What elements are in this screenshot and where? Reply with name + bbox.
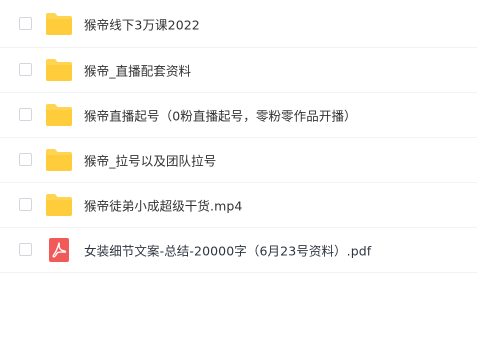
folder-icon [46, 12, 72, 35]
row-checkbox[interactable] [19, 198, 32, 211]
folder-icon [46, 194, 72, 216]
file-list: 猴帝线下3万课2022 猴帝_直播配套资料 猴帝直播起号（0粉直播起号，零粉零作… [0, 0, 477, 273]
row-checkbox[interactable] [19, 63, 32, 76]
row-checkbox[interactable] [19, 16, 32, 30]
file-row[interactable]: 猴帝直播起号（0粉直播起号，零粉零作品开播） [0, 93, 477, 138]
file-row[interactable]: 猴帝_直播配套资料 [0, 48, 477, 93]
folder-icon [46, 59, 72, 81]
file-name[interactable]: 猴帝线下3万课2022 [84, 14, 200, 33]
file-row[interactable]: 女装细节文案-总结-20000字（6月23号资料）.pdf [0, 228, 477, 273]
file-name[interactable]: 猴帝直播起号（0粉直播起号，零粉零作品开播） [84, 106, 357, 125]
file-browser: 猴帝线下3万课2022 猴帝_直播配套资料 猴帝直播起号（0粉直播起号，零粉零作… [0, 0, 477, 353]
row-checkbox[interactable] [19, 153, 32, 166]
file-row[interactable]: 猴帝徒弟小成超级干货.mp4 [0, 183, 477, 228]
file-name[interactable]: 猴帝_拉号以及团队拉号 [84, 151, 216, 170]
file-name[interactable]: 猴帝徒弟小成超级干货.mp4 [84, 196, 242, 215]
file-row[interactable]: 猴帝_拉号以及团队拉号 [0, 138, 477, 183]
file-name[interactable]: 女装细节文案-总结-20000字（6月23号资料）.pdf [84, 241, 371, 260]
row-checkbox[interactable] [19, 108, 32, 121]
folder-icon [46, 149, 72, 171]
file-name[interactable]: 猴帝_直播配套资料 [84, 61, 191, 80]
pdf-icon [49, 238, 69, 262]
row-checkbox[interactable] [19, 243, 32, 256]
file-row[interactable]: 猴帝线下3万课2022 [0, 0, 477, 48]
folder-icon [46, 104, 72, 126]
